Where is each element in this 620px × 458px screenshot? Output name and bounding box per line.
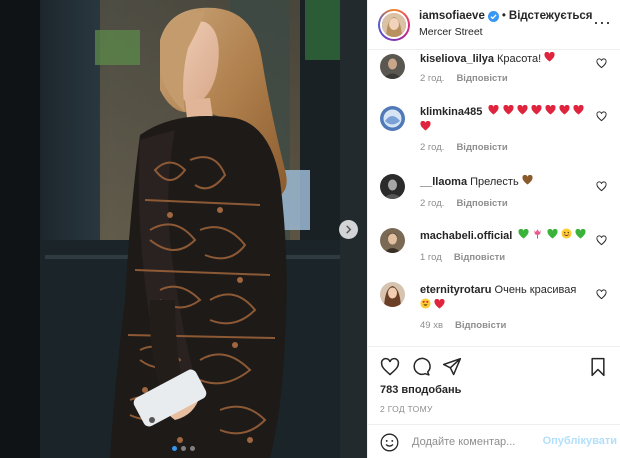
reply-button[interactable]: Відповісти [456,142,507,153]
comment-time: 2 год. [420,142,445,153]
following-button[interactable]: Відстежується [509,9,593,24]
carousel-dot [190,446,195,451]
comment-meta: 2 год. Відповісти [420,198,508,209]
comment-like-heart-icon[interactable] [596,58,607,69]
comment-time: 2 год. [420,198,445,209]
like-heart-icon[interactable] [380,357,400,377]
comment-username[interactable]: eternityrotaru [420,284,492,296]
red-heart-emoji-icon [545,104,556,115]
comment-meta: 1 год Відповісти [420,252,505,263]
red-heart-emoji-icon [531,104,542,115]
commenter-avatar[interactable] [380,228,405,253]
commenter-avatar[interactable] [380,174,405,199]
brown-heart-emoji-icon [522,174,533,185]
add-comment-input[interactable] [412,431,547,453]
post-side-panel: iamsofiaeve • Відстежується Mercer Stree… [367,0,620,458]
comment-username[interactable]: __llaoma [420,176,467,188]
reply-button[interactable]: Відповісти [454,252,505,263]
red-heart-emoji-icon [488,104,500,115]
author-avatar-image [382,12,406,37]
likes-count[interactable]: 783 вподобань [380,384,461,396]
comment-username[interactable]: machabeli.official [420,230,512,242]
publish-button[interactable]: Опублікувати [543,435,617,447]
add-comment-bar: Опублікувати [368,424,620,458]
post-location[interactable]: Mercer Street [419,26,593,40]
carousel-indicator [0,446,367,451]
bookmark-save-icon[interactable] [588,357,608,377]
reply-button[interactable]: Відповісти [456,198,507,209]
comment-like-heart-icon[interactable] [596,289,607,300]
carousel-dot-active [172,446,177,451]
post-actions: 783 вподобань 2 ГОД ТОМУ Опублікувати [368,346,620,458]
photo-scene [0,0,367,458]
share-paper-plane-icon[interactable] [442,357,462,377]
commenter-avatar[interactable] [380,282,405,307]
author-avatar[interactable] [378,8,410,41]
comment-meta: 2 год. Відповісти [420,142,508,153]
reply-button[interactable]: Відповісти [455,320,506,331]
header-separator: • [501,10,506,23]
next-slide-button[interactable] [339,220,358,239]
green-heart-emoji-icon [518,228,529,239]
red-heart-emoji-icon [434,298,445,309]
comment-meta: 2 год. Відповісти [420,73,508,84]
instagram-post: iamsofiaeve • Відстежується Mercer Stree… [0,0,620,458]
comment-bubble-icon[interactable] [411,357,431,377]
heart-eyes-emoji-icon [420,298,431,309]
comments-list: kiseliova_lilya Красота! 2 год. Відповісти… [368,40,620,346]
red-heart-emoji-icon [516,104,528,115]
comment-time: 49 хв [420,320,444,331]
author-username[interactable]: iamsofiaeve [419,9,485,24]
comment-username[interactable]: kiseliova_lilya [420,53,494,65]
comment-like-heart-icon[interactable] [596,235,607,246]
green-heart-emoji-icon [546,228,558,239]
red-heart-emoji-icon [420,120,431,131]
tulip-emoji-icon [534,229,542,239]
comment-text: Прелесть [470,176,519,188]
commenter-avatar[interactable] [380,106,405,131]
smiling-face-emoji-icon [561,228,572,239]
green-heart-emoji-icon [575,228,586,239]
red-heart-emoji-icon [544,51,555,62]
red-heart-emoji-icon [573,104,584,115]
post-timestamp: 2 ГОД ТОМУ [380,404,433,414]
comment-text: Очень красивая [494,284,577,296]
verified-badge-icon [487,11,499,23]
comment-time: 2 год. [420,73,445,84]
red-heart-emoji-icon [559,104,570,115]
emoji-picker-icon[interactable] [380,433,399,452]
comment-text: Красота! [497,53,542,65]
post-photo[interactable] [0,0,367,458]
reply-button[interactable]: Відповісти [456,73,507,84]
comment-like-heart-icon[interactable] [596,111,607,122]
comment-time: 1 год [420,252,442,263]
comment-meta: 49 хв Відповісти [420,320,506,331]
red-heart-emoji-icon [502,104,514,115]
comment-like-heart-icon[interactable] [596,181,607,192]
commenter-avatar[interactable] [380,54,405,79]
carousel-dot [181,446,186,451]
more-options-icon[interactable]: ··· [593,13,611,31]
chevron-right-icon [346,225,352,234]
comment-username[interactable]: klimkina485 [420,106,482,118]
